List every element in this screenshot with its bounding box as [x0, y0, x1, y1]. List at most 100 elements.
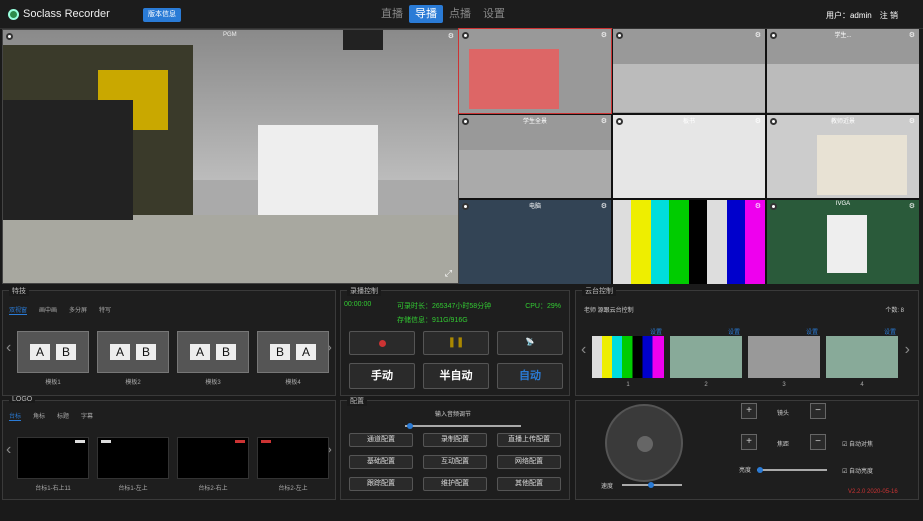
focus-minus-button[interactable]: −: [810, 434, 826, 450]
chevron-left-icon[interactable]: ‹: [6, 339, 11, 357]
brightness-knob[interactable]: [757, 467, 763, 473]
user-label: 用户：admin: [825, 11, 872, 20]
tab-pip[interactable]: 画中画: [39, 305, 57, 315]
auto-brightness-checkbox[interactable]: ☑ 自动亮度: [842, 466, 873, 475]
template-item[interactable]: A B 模板3: [177, 331, 249, 386]
source-cell[interactable]: ⚙: [458, 28, 612, 114]
manual-button[interactable]: 手动: [349, 363, 415, 389]
chevron-left-icon[interactable]: ‹: [581, 341, 586, 359]
satellite-icon: 📡: [525, 339, 535, 346]
source-cell[interactable]: 学生全景 ⚙: [459, 114, 611, 199]
camera-icon[interactable]: ⚙: [909, 202, 915, 210]
camera-icon[interactable]: ⚙: [755, 202, 761, 210]
tracking-config-button[interactable]: 跟踪配置: [349, 477, 413, 491]
preset-set-link[interactable]: 设置: [728, 327, 740, 336]
pause-icon: ❚❚: [447, 337, 465, 348]
fullscreen-icon[interactable]: ⤢: [445, 268, 452, 279]
program-preview[interactable]: PGM ⚙ ⤢: [2, 29, 459, 284]
semi-auto-button[interactable]: 半自动: [423, 363, 489, 389]
tab-corner-logo[interactable]: 角标: [33, 411, 45, 421]
logo-item[interactable]: 台标1-右上11: [17, 437, 89, 492]
camera-icon[interactable]: ⚙: [601, 31, 607, 39]
source-cell[interactable]: ⚙: [613, 29, 765, 113]
tab-title[interactable]: 标题: [57, 411, 69, 421]
logout-link[interactable]: 注 销: [880, 10, 898, 21]
ptz-joystick[interactable]: [605, 404, 683, 482]
preset-set-link[interactable]: 设置: [650, 327, 662, 336]
chevron-right-icon[interactable]: ›: [905, 341, 910, 359]
source-cell[interactable]: 电脑 ⚙: [459, 200, 611, 284]
template-name: 模板4: [285, 380, 301, 386]
template-name: 模板3: [205, 380, 221, 386]
record-config-button[interactable]: 录制配置: [423, 433, 487, 447]
source-cell[interactable]: 板书 ⚙: [613, 114, 765, 199]
preset-number: 3: [782, 382, 786, 388]
interact-config-button[interactable]: 互动配置: [423, 455, 487, 469]
camera-icon[interactable]: ⚙: [755, 31, 761, 39]
ptz-preset[interactable]: 设置 1: [592, 330, 664, 388]
template-item[interactable]: B A 模板4: [257, 331, 329, 386]
ptz-teacher: 老师 源跟云台控制: [584, 308, 634, 314]
camera-icon[interactable]: ⚙: [601, 117, 607, 125]
live-upload-config-button[interactable]: 直播上传配置: [497, 433, 561, 447]
volume-knob[interactable]: [407, 423, 413, 429]
config-title: 配置: [347, 396, 367, 406]
camera-icon[interactable]: ⚙: [601, 202, 607, 210]
camera-icon[interactable]: ⚙: [755, 117, 761, 125]
pause-button[interactable]: ❚❚: [423, 331, 489, 355]
record-button[interactable]: [349, 331, 415, 355]
source-label: 学生全景: [522, 118, 547, 125]
nav-director[interactable]: 导播: [409, 5, 443, 23]
template-item[interactable]: A B 模板1: [17, 331, 89, 386]
network-config-button[interactable]: 网络配置: [497, 455, 561, 469]
maintenance-config-button[interactable]: 维护配置: [423, 477, 487, 491]
cpu-usage: CPU：29%: [525, 303, 561, 310]
nav-vod[interactable]: 点播: [443, 5, 477, 23]
version-button[interactable]: 版本信息: [143, 8, 181, 22]
source-cell[interactable]: ⚙: [613, 200, 765, 284]
logo-item[interactable]: 台标2-左上: [257, 437, 329, 492]
brightness-slider[interactable]: [757, 467, 827, 473]
template-tabs: 双视窗 画中画 多分屏 特写: [9, 305, 111, 315]
tab-multi[interactable]: 多分屏: [69, 305, 87, 315]
speed-knob[interactable]: [648, 482, 654, 488]
top-bar: Soclass Recorder 版本信息 直播 导播 点播 设置 用户：adm…: [0, 0, 923, 29]
auto-focus-checkbox[interactable]: ☑ 自动对焦: [842, 439, 873, 448]
other-config-button[interactable]: 其他配置: [497, 477, 561, 491]
template-item[interactable]: A B 模板2: [97, 331, 169, 386]
nav-settings[interactable]: 设置: [477, 5, 511, 23]
tab-closeup[interactable]: 特写: [99, 305, 111, 315]
tab-station-logo[interactable]: 台标: [9, 411, 22, 421]
lens-plus-button[interactable]: +: [741, 403, 757, 419]
auto-button[interactable]: 自动: [497, 363, 563, 389]
record-dot-icon: [6, 33, 13, 40]
channel-config-button[interactable]: 通道配置: [349, 433, 413, 447]
lens-minus-button[interactable]: −: [810, 403, 826, 419]
camera-icon[interactable]: ⚙: [909, 31, 915, 39]
ptz-preset[interactable]: 设置 2: [670, 330, 742, 388]
source-cell[interactable]: 学生... ⚙: [767, 29, 919, 113]
logo-item[interactable]: 台标2-右上: [177, 437, 249, 492]
ptz-preset[interactable]: 设置 3: [748, 330, 820, 388]
source-cell[interactable]: IVGA ⚙: [767, 200, 919, 284]
focus-plus-button[interactable]: +: [741, 434, 757, 450]
stop-button[interactable]: 📡: [497, 331, 563, 355]
volume-slider[interactable]: [405, 423, 521, 429]
basic-config-button[interactable]: 基础配置: [349, 455, 413, 469]
source-cell[interactable]: 教师近景 ⚙: [767, 114, 919, 199]
chevron-left-icon[interactable]: ‹: [6, 441, 11, 459]
joystick-center[interactable]: [637, 436, 653, 452]
preset-set-link[interactable]: 设置: [884, 327, 896, 336]
logo-item[interactable]: 台标1-左上: [97, 437, 169, 492]
tab-dual[interactable]: 双视窗: [9, 305, 28, 315]
preset-set-link[interactable]: 设置: [806, 327, 818, 336]
ptz-preset[interactable]: 设置 4: [826, 330, 898, 388]
camera-icon[interactable]: ⚙: [909, 117, 915, 125]
tpl-a: B: [269, 344, 290, 360]
camera-icon[interactable]: ⚙: [448, 32, 454, 40]
speed-slider[interactable]: [622, 482, 682, 488]
tab-subtitle[interactable]: 字幕: [81, 411, 93, 421]
logo-panel: LOGO 台标 角标 标题 字幕 ‹ › 台标1-右上11 台标1-左上 台标2…: [2, 396, 336, 500]
logo-mark: [101, 440, 111, 443]
nav-live[interactable]: 直播: [375, 5, 409, 23]
